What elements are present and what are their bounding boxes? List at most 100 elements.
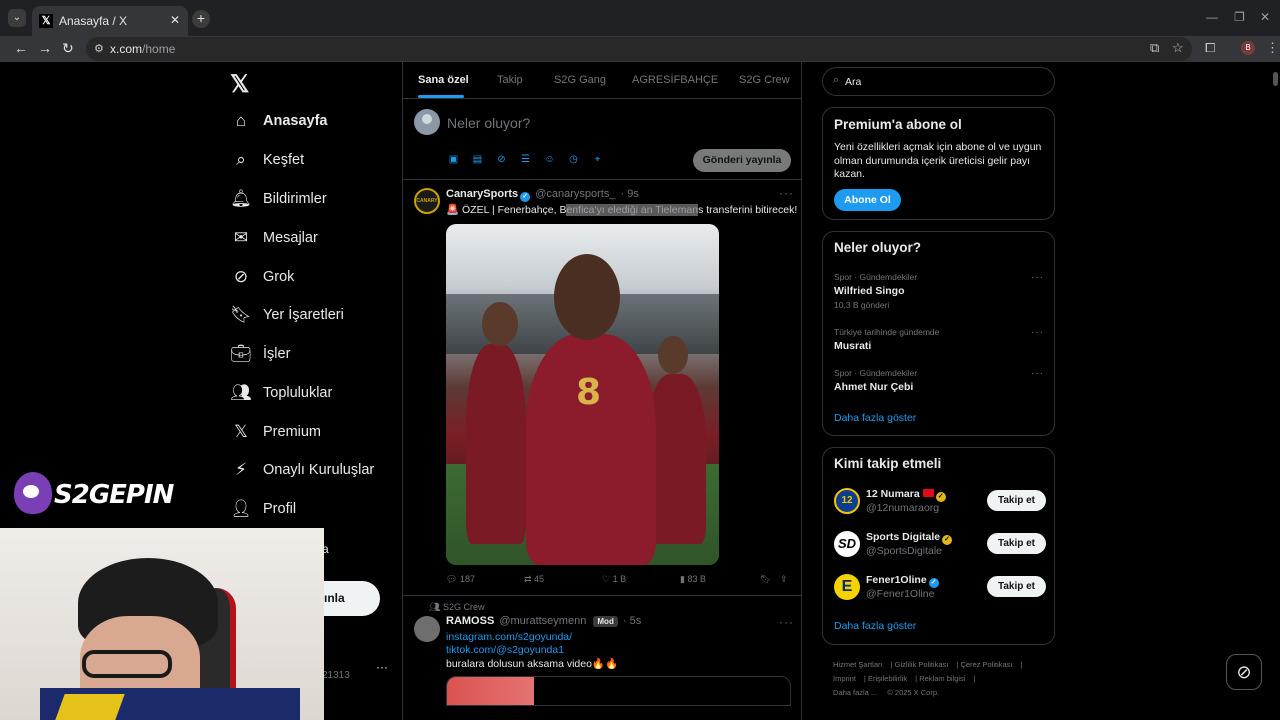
minimize-icon[interactable]: —: [1206, 10, 1218, 24]
tweet-more-icon[interactable]: ···: [779, 615, 794, 629]
media-icon[interactable]: ▣: [447, 153, 460, 166]
close-tab-icon[interactable]: ✕: [170, 13, 180, 27]
trend-more-icon[interactable]: ···: [1031, 272, 1044, 283]
browser-menu-icon[interactable]: ⋮: [1266, 40, 1279, 56]
subscribe-button[interactable]: Abone Ol: [834, 189, 901, 211]
location-icon[interactable]: ⌖: [591, 153, 604, 166]
schedule-icon[interactable]: ◷: [567, 153, 580, 166]
tweet-media[interactable]: [446, 676, 791, 706]
author-handle[interactable]: @murattseymenn: [499, 615, 586, 627]
footer-link[interactable]: Erişilebilirlik: [868, 674, 907, 683]
tweet-time[interactable]: · 9s: [621, 188, 639, 200]
sidebar-item-profile[interactable]: 👤︎ Profil: [230, 494, 296, 524]
trend-more-icon[interactable]: ···: [1031, 368, 1044, 379]
page-scrollbar[interactable]: [1272, 62, 1280, 720]
footer-link[interactable]: Imprint: [833, 674, 856, 683]
close-window-icon[interactable]: ✕: [1260, 10, 1270, 24]
footer-link[interactable]: Çerez Politikası: [960, 660, 1012, 669]
scroll-thumb[interactable]: [1273, 72, 1278, 86]
views-button[interactable]: ▮ 83 B: [680, 574, 706, 585]
follow-button[interactable]: Takip et: [987, 490, 1046, 511]
post-submit-button[interactable]: Gönderi yayınla: [693, 149, 791, 172]
extensions-icon[interactable]: ⧠: [1205, 40, 1215, 56]
community-context[interactable]: 👥︎ S2G Crew: [429, 602, 484, 613]
tab-s2g-crew[interactable]: S2G Crew: [739, 74, 790, 86]
back-icon[interactable]: ←: [14, 40, 28, 56]
install-app-icon[interactable]: ⧉: [1150, 40, 1159, 56]
restore-icon[interactable]: ❐: [1234, 10, 1245, 24]
tweet-more-icon[interactable]: ···: [779, 186, 794, 200]
tweet-link[interactable]: tiktok.com/@s2goyunda1: [446, 644, 564, 656]
author-name[interactable]: CanarySports: [446, 188, 518, 200]
like-button[interactable]: ♡ 1 B: [602, 574, 626, 585]
sidebar-item-explore[interactable]: ⌕ Keşfet: [230, 145, 304, 175]
tweet[interactable]: CANARY CanarySports ✓ @canarysports_ · 9s…: [403, 180, 802, 596]
sidebar-item-messages[interactable]: ✉ Mesajlar: [230, 223, 318, 253]
footer-link[interactable]: Reklam bilgisi: [919, 674, 965, 683]
follow-show-more[interactable]: Daha fazla göster: [834, 620, 916, 632]
sidebar-item-notifications[interactable]: 🔔︎ Bildirimler: [230, 184, 326, 214]
sidebar-item-home[interactable]: ⌂ Anasayfa: [230, 106, 328, 136]
grok-fab-button[interactable]: ⊘: [1226, 654, 1262, 690]
bookmark-icon[interactable]: 🔖︎: [760, 574, 771, 585]
player-figure: [466, 344, 526, 544]
gif-icon[interactable]: ▤: [471, 153, 484, 166]
forward-icon[interactable]: →: [38, 40, 52, 56]
sidebar-item-bookmarks[interactable]: 🔖︎ Yer İşaretleri: [230, 300, 344, 330]
browser-tab[interactable]: 𝕏 Anasayfa / X ✕: [32, 6, 188, 36]
compose-input[interactable]: Neler oluyor?: [447, 115, 530, 131]
follow-button[interactable]: Takip et: [987, 533, 1046, 554]
follow-suggestion[interactable]: 12 12 Numara ✓ @12numaraorg Takip et: [834, 486, 1046, 520]
sidebar-item-verified-orgs[interactable]: ⚡︎ Onaylı Kuruluşlar: [230, 455, 374, 485]
site-info-icon[interactable]: ⚙: [94, 42, 104, 55]
tweet-image[interactable]: 8: [446, 224, 719, 565]
x-logo-icon[interactable]: 𝕏: [230, 70, 249, 99]
share-icon[interactable]: ⇪: [780, 574, 788, 585]
trend-item[interactable]: Spor · Gündemdekiler Wilfried Singo 10,3…: [834, 272, 1044, 310]
tweet-link[interactable]: instagram.com/s2goyunda/: [446, 631, 572, 643]
trends-show-more[interactable]: Daha fazla göster: [834, 412, 916, 424]
new-tab-button[interactable]: +: [192, 10, 210, 28]
sidebar-item-communities[interactable]: 👥︎ Topluluklar: [230, 378, 332, 408]
trend-item[interactable]: Spor · Gündemdekiler Ahmet Nur Çebi ···: [834, 368, 1044, 393]
avatar[interactable]: 12: [834, 488, 860, 514]
glasses: [82, 650, 172, 678]
author-handle[interactable]: @canarysports_: [535, 188, 615, 200]
reply-button[interactable]: 💬︎ 187: [446, 574, 475, 585]
tweet-time[interactable]: · 5s: [623, 615, 641, 627]
sidebar-item-jobs[interactable]: 💼︎ İşler: [230, 339, 290, 369]
verified-badge-icon: ✓: [942, 535, 953, 545]
avatar[interactable]: [414, 109, 440, 135]
follow-suggestion[interactable]: E Fener1Oline ✓ @Fener1Oline Takip et: [834, 572, 1046, 606]
grok-icon[interactable]: ⊘: [495, 153, 508, 166]
sidebar-item-premium[interactable]: 𝕏 Premium: [230, 417, 321, 447]
browser-profile-avatar[interactable]: B: [1241, 41, 1255, 55]
poll-icon[interactable]: ☰: [519, 153, 532, 166]
tab-search-button[interactable]: ⌄: [8, 9, 26, 27]
avatar[interactable]: E: [834, 574, 860, 600]
reload-icon[interactable]: ↻: [62, 40, 74, 57]
tab-following[interactable]: Takip: [497, 74, 523, 86]
avatar[interactable]: CANARY: [414, 188, 440, 214]
tab-agresifbahce[interactable]: AGRESİFBAHÇE: [632, 74, 718, 86]
trend-item[interactable]: Türkiye tarihinde gündemde Musrati ···: [834, 327, 1044, 352]
footer-link[interactable]: Gizlilik Politikası: [895, 660, 949, 669]
retweet-button[interactable]: ⇄ 45: [524, 574, 544, 585]
avatar[interactable]: SD: [834, 531, 860, 557]
follow-button[interactable]: Takip et: [987, 576, 1046, 597]
trend-more-icon[interactable]: ···: [1031, 327, 1044, 338]
account-more-icon[interactable]: ···: [376, 660, 388, 674]
footer-link[interactable]: Daha fazla ...: [833, 688, 877, 697]
tab-for-you[interactable]: Sana özel: [418, 74, 469, 86]
author-name[interactable]: RAMOSS: [446, 615, 494, 627]
tab-s2g-gang[interactable]: S2G Gang: [554, 74, 606, 86]
sidebar-item-grok[interactable]: ⊘ Grok: [230, 262, 295, 292]
address-bar[interactable]: ⚙ x.com/home: [86, 37, 1192, 61]
tweet[interactable]: 👥︎ S2G Crew RAMOSS @murattseymenn Mod · …: [403, 596, 802, 720]
follow-suggestion[interactable]: SD Sports Digitale ✓ @SportsDigitale Taki…: [834, 529, 1046, 563]
footer-link[interactable]: Hizmet Şartları: [833, 660, 883, 669]
avatar[interactable]: [414, 616, 440, 642]
search-input[interactable]: ⌕ Ara: [822, 67, 1055, 96]
emoji-icon[interactable]: ☺: [543, 153, 556, 166]
bookmark-star-icon[interactable]: ☆: [1172, 40, 1184, 56]
